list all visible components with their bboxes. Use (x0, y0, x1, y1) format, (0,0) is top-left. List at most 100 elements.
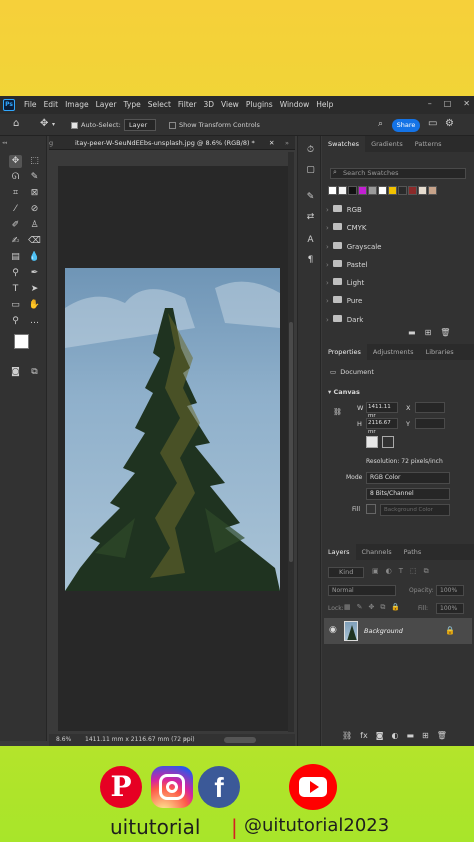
hand-tool-icon[interactable]: ✋ (28, 299, 41, 312)
tab-layers[interactable]: Layers (322, 544, 356, 560)
quick-mask-icon[interactable]: ◙ (9, 366, 22, 379)
tab-libraries[interactable]: Libraries (420, 344, 460, 360)
lock-all-icon[interactable]: 🔒 (391, 603, 400, 612)
screen-mode-icon[interactable]: ⧉ (28, 366, 41, 379)
scrollbar-thumb[interactable] (289, 322, 293, 562)
move-tool-icon[interactable]: ✥ (9, 155, 22, 168)
swatch-chip[interactable] (358, 186, 367, 195)
zoom-tool-icon[interactable]: ⚲ (9, 315, 22, 328)
link-icon[interactable]: ⛓ (333, 408, 342, 416)
tab-paths[interactable]: Paths (398, 544, 428, 560)
adjust-icon[interactable]: ⇄ (304, 211, 317, 224)
eyedropper-tool-icon[interactable]: ⁄ (9, 203, 22, 216)
menu-edit[interactable]: Edit (44, 100, 59, 109)
new-swatch-icon[interactable]: ⊞ (425, 328, 432, 337)
tab-channels[interactable]: Channels (356, 544, 398, 560)
swatch-group-rgb[interactable]: › RGB (326, 205, 382, 223)
swatch-chip[interactable] (378, 186, 387, 195)
search-icon[interactable]: ⌕ (378, 119, 383, 129)
type-filter-icon[interactable]: T (399, 567, 403, 576)
lasso-tool-icon[interactable]: ᘏ (9, 171, 22, 184)
eraser-tool-icon[interactable]: ⌫ (28, 235, 41, 248)
zoom-level[interactable]: 8.6% (56, 736, 71, 743)
fill-swatch[interactable] (366, 504, 376, 514)
tab-gradients[interactable]: Gradients (365, 136, 409, 152)
menu-window[interactable]: Window (280, 100, 310, 109)
menu-file[interactable]: File (24, 100, 37, 109)
swatch-group-dark[interactable]: › Dark (326, 314, 382, 333)
edit-toolbar-icon[interactable]: … (28, 315, 41, 328)
vertical-scrollbar[interactable] (288, 152, 294, 732)
tab-properties[interactable]: Properties (322, 344, 367, 360)
screen-mode-icon[interactable]: ▭ (428, 118, 437, 129)
shape-filter-icon[interactable]: ⬚ (410, 567, 417, 576)
swatch-chip[interactable] (368, 186, 377, 195)
pixel-filter-icon[interactable]: ▣ (372, 567, 379, 576)
trash-icon[interactable]: 🗑 (437, 731, 447, 740)
swatch-chip[interactable] (428, 186, 437, 195)
swatch-chip[interactable] (398, 186, 407, 195)
maximize-button[interactable]: □ (444, 99, 452, 108)
menu-view[interactable]: View (221, 100, 239, 109)
close-tab-icon[interactable]: ✕ (269, 139, 274, 147)
swatch-chip[interactable] (328, 186, 337, 195)
tab-patterns[interactable]: Patterns (409, 136, 448, 152)
menu-help[interactable]: Help (316, 100, 333, 109)
swatch-chip[interactable] (408, 186, 417, 195)
minimize-button[interactable]: – (428, 99, 432, 108)
dodge-tool-icon[interactable]: ⚲ (9, 267, 22, 280)
menu-image[interactable]: Image (65, 100, 89, 109)
swatch-group-light[interactable]: › Light (326, 278, 382, 296)
adjustment-layer-icon[interactable]: ◐ (391, 731, 398, 740)
menu-filter[interactable]: Filter (178, 100, 197, 109)
lock-pixels-icon[interactable]: ▦ (344, 603, 351, 612)
trash-icon[interactable]: 🗑 (440, 328, 450, 337)
swatch-chip[interactable] (418, 186, 427, 195)
canvas-image[interactable] (65, 268, 280, 591)
status-arrow-icon[interactable]: › (184, 736, 186, 743)
character-icon[interactable]: A (304, 234, 317, 247)
path-select-tool-icon[interactable]: ➤ (28, 283, 41, 296)
add-mask-icon[interactable]: ◙ (376, 731, 384, 740)
document-tab[interactable]: g itay-peer-W-SeuNdEEbs-unsplash.jpg @ 8… (49, 136, 295, 150)
lock-paint-icon[interactable]: ✎ (357, 603, 363, 612)
pen-tool-icon[interactable]: ✒ (28, 267, 41, 280)
fx-icon[interactable]: fx (360, 731, 368, 740)
horizontal-scrollbar-thumb[interactable] (224, 737, 256, 743)
bit-depth-dropdown[interactable]: 8 Bits/Channel (366, 488, 450, 500)
menu-plugins[interactable]: Plugins (246, 100, 273, 109)
menu-layer[interactable]: Layer (96, 100, 117, 109)
marquee-tool-icon[interactable]: ⬚ (28, 155, 41, 168)
type-tool-icon[interactable]: T (9, 283, 22, 296)
frame-tool-icon[interactable]: ⊠ (28, 187, 41, 200)
auto-select-dropdown[interactable]: Layer (124, 119, 156, 131)
collapse-icon[interactable]: ◂◂ (2, 140, 7, 146)
rectangle-tool-icon[interactable]: ▭ (9, 299, 22, 312)
history-brush-tool-icon[interactable]: ✍ (9, 235, 22, 248)
swatch-search-input[interactable]: Search Swatches (330, 168, 466, 179)
opacity-input[interactable]: 100% (436, 585, 464, 596)
visibility-eye-icon[interactable]: ◉ (329, 625, 337, 635)
new-layer-icon[interactable]: ⊞ (422, 731, 429, 740)
swatch-group-pure[interactable]: › Pure (326, 296, 382, 314)
crop-tool-icon[interactable]: ⌗ (9, 187, 22, 200)
foreground-color-swatch[interactable] (14, 334, 29, 349)
brush-tool-icon[interactable]: ✐ (9, 219, 22, 232)
close-button[interactable]: ✕ (463, 99, 470, 108)
canvas-section[interactable]: ▾ Canvas (328, 388, 360, 396)
document-tab-label[interactable]: itay-peer-W-SeuNdEEbs-unsplash.jpg @ 8.6… (75, 139, 255, 147)
landscape-orientation-icon[interactable] (382, 436, 394, 448)
share-button[interactable]: Share (392, 119, 420, 132)
new-group-icon[interactable]: ▬ (408, 328, 416, 337)
home-icon[interactable]: ⌂ (13, 118, 19, 129)
width-input[interactable]: 1411.11 mr (366, 402, 398, 419)
auto-select-checkbox[interactable] (71, 122, 78, 129)
tab-adjustments[interactable]: Adjustments (367, 344, 420, 360)
link-layers-icon[interactable]: ⛓ (342, 731, 352, 740)
layer-filter-dropdown[interactable]: Kind (328, 567, 364, 578)
gradient-tool-icon[interactable]: ▤ (9, 251, 22, 264)
menu-select[interactable]: Select (148, 100, 171, 109)
swatch-group-grayscale[interactable]: › Grayscale (326, 241, 382, 260)
new-group-icon[interactable]: ▬ (406, 731, 414, 740)
fill-dropdown[interactable]: Background Color (380, 504, 450, 516)
